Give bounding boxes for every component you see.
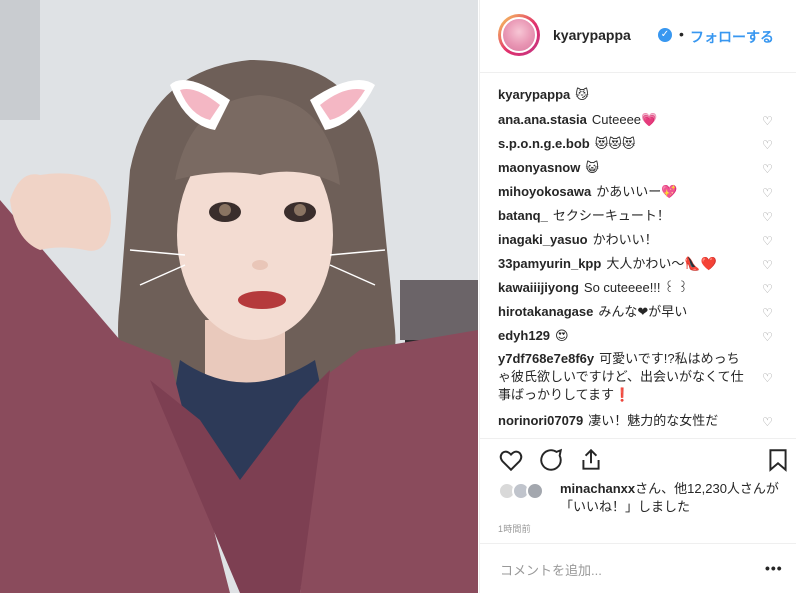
comment-username[interactable]: ana.ana.stasia [498,112,587,127]
list-item: edyh129 😍 [498,327,788,345]
list-item: kawaiiijiyong So cuteeee!!! ꒰ ꒱ [498,279,788,297]
comment-username[interactable]: 33pamyurin_kpp [498,256,601,271]
heart-icon[interactable] [498,447,524,473]
more-options-icon[interactable]: ••• [765,560,783,576]
action-bar [480,438,796,479]
follow-button[interactable]: フォローする [690,27,774,47]
comment-text: So cuteeee!!! ꒰ ꒱ [583,280,689,295]
heart-icon[interactable]: ♡ [762,283,774,295]
heart-icon[interactable]: ♡ [762,416,774,428]
heart-icon[interactable]: ♡ [762,235,774,247]
avatar-image [501,17,537,53]
list-item: mihoyokosawa かあいいー💖 [498,183,788,201]
comment-box: ••• [480,543,796,594]
heart-icon[interactable]: ♡ [762,115,774,127]
bookmark-icon[interactable] [765,447,791,473]
list-item: maonyasnow 😺 [498,159,788,177]
comment-text: 😼 [575,87,589,102]
heart-icon[interactable]: ♡ [762,372,774,384]
comment-text: Cuteeee💗 [591,112,658,127]
comment-text: 😍 [555,328,569,343]
heart-icon[interactable]: ♡ [762,139,774,151]
list-item: hirotakanagase みんな❤が早い [498,303,788,321]
list-item: 33pamyurin_kpp 大人かわい〜👠❤️ [498,255,788,273]
author-username[interactable]: kyarypappa [553,27,631,43]
share-icon[interactable] [578,447,604,473]
author-avatar[interactable] [498,14,540,56]
comment-username[interactable]: inagaki_yasuo [498,232,588,247]
list-item: inagaki_yasuo かわいい！ [498,231,788,249]
liker-avatar [526,482,544,500]
comment-username[interactable]: mihoyokosawa [498,184,591,199]
photo-illustration [0,0,478,593]
comment-text: 😻😻😻 [594,136,636,151]
comment-input[interactable] [498,560,742,580]
caption: kyarypappa 😼 [498,86,788,104]
comment-list[interactable]: kyarypappa 😼 ana.ana.stasia Cuteeee💗 ♡ s.p… [480,78,796,438]
post-header: kyarypappa ✓ • フォローする [480,0,796,73]
heart-icon[interactable]: ♡ [762,187,774,199]
likes-text: minachanxxさん、他12,230人さんが「いいね！」しました [560,480,790,516]
comment-username[interactable]: hirotakanagase [498,304,593,319]
heart-icon[interactable]: ♡ [762,259,774,271]
comment-username[interactable]: edyh129 [498,328,550,343]
liker-username[interactable]: minachanxx [560,481,635,496]
comment-username[interactable]: s.p.o.n.g.e.bob [498,136,590,151]
post-photo[interactable] [0,0,478,593]
list-item: batanq_ セクシーキュート！ [498,207,788,225]
separator-dot: • [679,26,684,42]
comment-username[interactable]: norinori07079 [498,413,583,428]
comment-username[interactable]: kawaiiijiyong [498,280,579,295]
comment-text: みんな❤が早い [598,304,688,319]
list-item: y7df768e7e8f6y 可愛いです!?私はめっちゃ彼氏欲しいですけど、出会い… [498,350,748,404]
comment-text: かあいいー💖 [596,184,678,199]
heart-icon[interactable]: ♡ [762,211,774,223]
comment-text: 大人かわい〜👠❤️ [606,256,717,271]
comment-icon[interactable] [538,447,564,473]
list-item: s.p.o.n.g.e.bob 😻😻😻 [498,135,788,153]
heart-icon[interactable]: ♡ [762,163,774,175]
comment-text: 凄い！魅力的な女性だ [588,413,719,428]
post-timestamp[interactable]: 1時間前 [498,522,531,535]
comment-username[interactable]: kyarypappa [498,87,570,102]
post-side-panel: kyarypappa ✓ • フォローする kyarypappa 😼 ana.an… [479,0,796,593]
comment-username[interactable]: batanq_ [498,208,548,223]
comment-username[interactable]: maonyasnow [498,160,580,175]
list-item: ana.ana.stasia Cuteeee💗 [498,111,788,129]
likes-summary[interactable]: minachanxxさん、他12,230人さんが「いいね！」しました [498,478,788,518]
verified-badge-icon: ✓ [658,28,672,42]
heart-icon[interactable]: ♡ [762,331,774,343]
comment-text: かわいい！ [592,232,658,247]
list-item: norinori07079 凄い！魅力的な女性だ [498,412,748,430]
comment-text: セクシーキュート！ [552,208,670,223]
comment-text: 😺 [585,160,599,175]
comment-username[interactable]: y7df768e7e8f6y [498,351,594,366]
heart-icon[interactable]: ♡ [762,307,774,319]
